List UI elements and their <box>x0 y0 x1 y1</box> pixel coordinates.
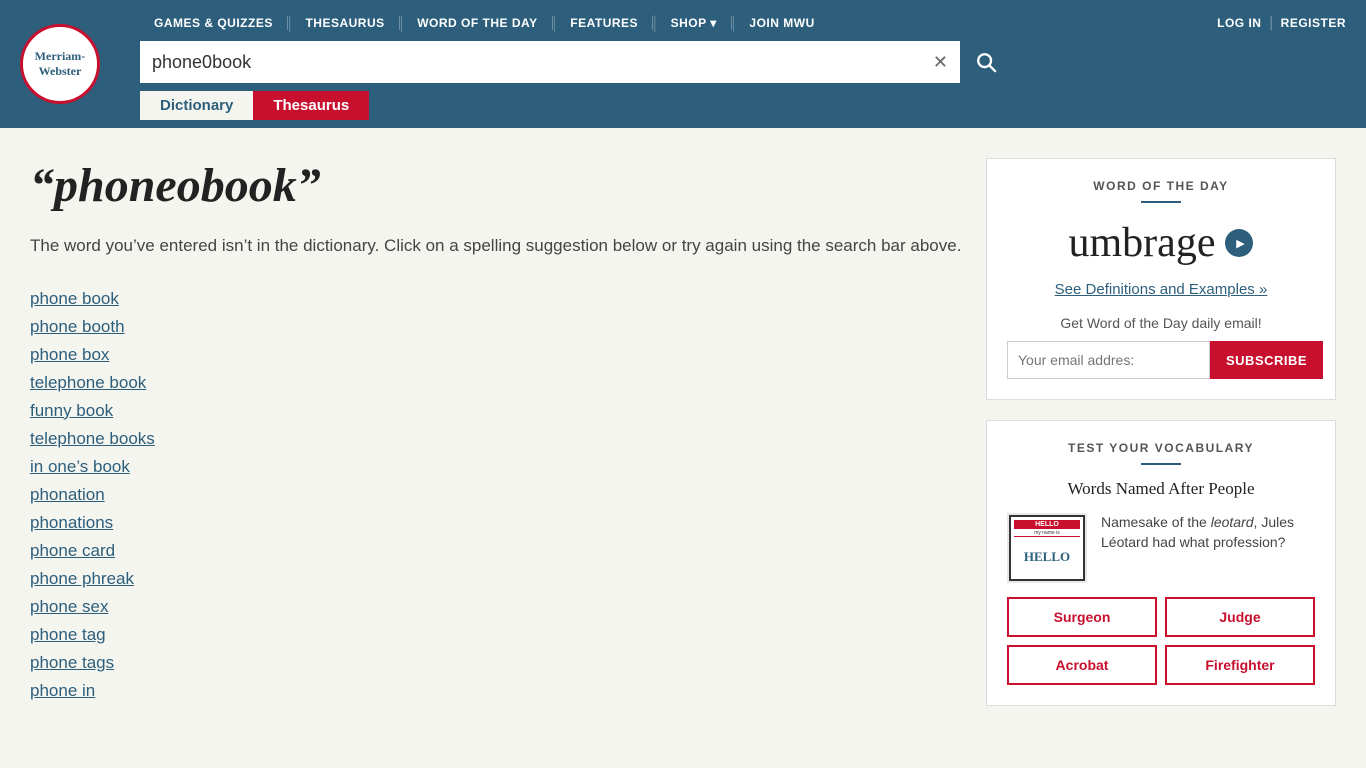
list-item: phone phreak <box>30 569 966 589</box>
list-item: telephone book <box>30 373 966 393</box>
suggestion-phone-tags[interactable]: phone tags <box>30 653 114 672</box>
nav-features[interactable]: FEATURES <box>556 16 653 30</box>
suggestion-in-ones-book[interactable]: in one’s book <box>30 457 130 476</box>
badge-name-text: HELLO <box>1024 549 1070 565</box>
wotd-word-text: umbrage <box>1069 219 1216 267</box>
vocab-image: HELLO my name is HELLO <box>1007 513 1087 583</box>
suggestion-funny-book[interactable]: funny book <box>30 401 113 420</box>
login-link[interactable]: LOG IN <box>1217 16 1261 30</box>
vocab-desc-prefix: Namesake of the <box>1101 514 1211 530</box>
logo[interactable]: Merriam- Webster <box>20 24 100 104</box>
suggestion-phone-card[interactable]: phone card <box>30 541 115 560</box>
quiz-button-firefighter[interactable]: Firefighter <box>1165 645 1315 685</box>
suggestion-phone-in[interactable]: phone in <box>30 681 95 700</box>
vocab-divider <box>1141 463 1181 465</box>
list-item: phone book <box>30 289 966 309</box>
email-signup-row: SUBSCRIBE <box>1007 341 1315 379</box>
suggestion-list: phone book phone booth phone box telepho… <box>30 289 966 701</box>
page-title: “phoneobook” <box>30 158 966 213</box>
suggestion-phone-booth[interactable]: phone booth <box>30 317 125 336</box>
wotd-divider <box>1141 201 1181 203</box>
nav-links: GAMES & QUIZZES | THESAURUS | WORD OF TH… <box>140 12 829 33</box>
nav-shop[interactable]: SHOP ▾ <box>657 16 732 30</box>
list-item: phone tags <box>30 653 966 673</box>
subscribe-button[interactable]: SUBSCRIBE <box>1210 341 1323 379</box>
search-wrapper: phone0book ✕ <box>140 41 960 83</box>
logo-text: Merriam- Webster <box>35 49 86 79</box>
nav-games[interactable]: GAMES & QUIZZES <box>140 16 288 30</box>
search-button[interactable] <box>960 41 1012 83</box>
vocab-card: TEST YOUR VOCABULARY Words Named After P… <box>986 420 1336 706</box>
list-item: phonation <box>30 485 966 505</box>
wotd-link-arrow: » <box>1259 281 1267 298</box>
auth-sep: | <box>1269 14 1272 32</box>
list-item: phone in <box>30 681 966 701</box>
suggestion-phone-sex[interactable]: phone sex <box>30 597 108 616</box>
wotd-email-prompt: Get Word of the Day daily email! <box>1007 315 1315 331</box>
left-content: “phoneobook” The word you’ve entered isn… <box>30 158 966 706</box>
suggestion-phonations[interactable]: phonations <box>30 513 113 532</box>
vocab-description: Namesake of the leotard, Jules Léotard h… <box>1101 513 1315 552</box>
list-item: in one’s book <box>30 457 966 477</box>
wotd-link-text: See Definitions and Examples <box>1055 281 1255 298</box>
suggestion-phone-box[interactable]: phone box <box>30 345 109 364</box>
suggestion-phone-book[interactable]: phone book <box>30 289 119 308</box>
nav-thesaurus[interactable]: THESAURUS <box>291 16 399 30</box>
wotd-word-row: umbrage <box>1007 219 1315 267</box>
email-input[interactable] <box>1007 341 1210 379</box>
list-item: telephone books <box>30 429 966 449</box>
register-link[interactable]: REGISTER <box>1281 16 1346 30</box>
search-icon <box>975 51 997 73</box>
list-item: phone booth <box>30 317 966 337</box>
list-item: phone box <box>30 345 966 365</box>
tab-dictionary[interactable]: Dictionary <box>140 91 253 120</box>
suggestion-phone-phreak[interactable]: phone phreak <box>30 569 134 588</box>
quiz-button-surgeon[interactable]: Surgeon <box>1007 597 1157 637</box>
list-item: phone card <box>30 541 966 561</box>
vocab-subtitle: Words Named After People <box>1007 479 1315 499</box>
quiz-button-judge[interactable]: Judge <box>1165 597 1315 637</box>
auth-links: LOG IN | REGISTER <box>1217 14 1346 32</box>
badge-hello: HELLO <box>1014 520 1080 529</box>
suggestion-phone-tag[interactable]: phone tag <box>30 625 106 644</box>
name-badge: HELLO my name is HELLO <box>1009 515 1085 581</box>
list-item: phone sex <box>30 597 966 617</box>
wotd-card: WORD OF THE DAY umbrage See Definitions … <box>986 158 1336 400</box>
quiz-buttons: Surgeon Judge Acrobat Firefighter <box>1007 597 1315 685</box>
list-item: phone tag <box>30 625 966 645</box>
vocab-word-italic: leotard <box>1211 514 1254 530</box>
suggestion-phonation[interactable]: phonation <box>30 485 105 504</box>
vocab-title: TEST YOUR VOCABULARY <box>1007 441 1315 455</box>
main-content: “phoneobook” The word you’ve entered isn… <box>0 128 1366 736</box>
not-found-message: The word you’ve entered isn’t in the dic… <box>30 233 966 259</box>
quiz-button-acrobat[interactable]: Acrobat <box>1007 645 1157 685</box>
search-tabs: Dictionary Thesaurus <box>140 87 1346 120</box>
suggestion-telephone-book[interactable]: telephone book <box>30 373 146 392</box>
right-sidebar: WORD OF THE DAY umbrage See Definitions … <box>986 158 1336 706</box>
suggestion-telephone-books[interactable]: telephone books <box>30 429 155 448</box>
list-item: phonations <box>30 513 966 533</box>
list-item: funny book <box>30 401 966 421</box>
sound-button[interactable] <box>1225 229 1253 257</box>
nav-join[interactable]: JOIN MWU <box>735 16 828 30</box>
wotd-definitions-link[interactable]: See Definitions and Examples » <box>1055 281 1268 298</box>
search-input[interactable]: phone0book <box>140 41 960 83</box>
logo-area: Merriam- Webster <box>20 24 130 104</box>
wotd-title: WORD OF THE DAY <box>1007 179 1315 193</box>
badge-name-area: HELLO <box>1014 536 1080 576</box>
vocab-image-row: HELLO my name is HELLO Namesake of the l… <box>1007 513 1315 583</box>
nav-wotd[interactable]: WORD OF THE DAY <box>403 16 552 30</box>
header: Merriam- Webster GAMES & QUIZZES | THESA… <box>0 0 1366 128</box>
clear-button[interactable]: ✕ <box>929 48 952 77</box>
tab-thesaurus[interactable]: Thesaurus <box>253 91 369 120</box>
